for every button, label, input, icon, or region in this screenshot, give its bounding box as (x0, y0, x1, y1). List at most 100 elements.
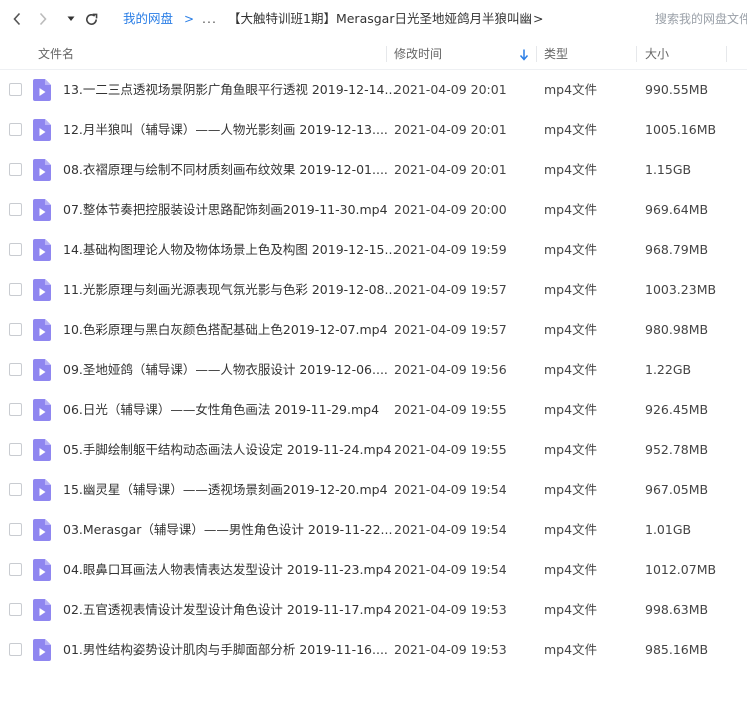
file-name[interactable]: 15.幽灵星（辅导课）——透视场景刻画2019-12-20.mp4 (63, 482, 388, 498)
file-row[interactable]: 13.一二三点透视场景阴影广角鱼眼平行透视 2019-12-14... 2021-… (0, 70, 747, 110)
file-type: mp4文件 (544, 202, 598, 217)
file-size: 1.22GB (645, 362, 692, 377)
row-checkbox[interactable] (9, 563, 22, 576)
file-size: 1.15GB (645, 162, 692, 177)
file-type: mp4文件 (544, 362, 598, 377)
video-file-icon (33, 599, 51, 621)
file-name[interactable]: 14.基础构图理论人物及物体场景上色及构图 2019-12-15... (63, 242, 396, 258)
row-checkbox[interactable] (9, 123, 22, 136)
file-size: 952.78MB (645, 442, 709, 457)
row-checkbox[interactable] (9, 163, 22, 176)
video-file-icon (33, 439, 51, 461)
file-type: mp4文件 (544, 162, 598, 177)
file-modified-time: 2021-04-09 19:56 (394, 362, 507, 377)
file-list-header: 文件名 修改时间 类型 大小 (0, 38, 747, 70)
file-name[interactable]: 13.一二三点透视场景阴影广角鱼眼平行透视 2019-12-14... (63, 82, 396, 98)
file-row[interactable]: 05.手脚绘制躯干结构动态画法人设设定 2019-11-24.mp4 2021-0… (0, 430, 747, 470)
back-button[interactable] (7, 9, 27, 29)
video-file-icon (33, 479, 51, 501)
file-name[interactable]: 07.整体节奏把控服装设计思路配饰刻画2019-11-30.mp4 (63, 202, 388, 218)
file-row[interactable]: 10.色彩原理与黑白灰颜色搭配基础上色2019-12-07.mp4 2021-04… (0, 310, 747, 350)
file-row[interactable]: 08.衣褶原理与绘制不同材质刻画布纹效果 2019-12-01.... 2021-… (0, 150, 747, 190)
row-checkbox[interactable] (9, 403, 22, 416)
file-type: mp4文件 (544, 122, 598, 137)
file-type: mp4文件 (544, 642, 598, 657)
video-file-icon (33, 559, 51, 581)
file-row[interactable]: 04.眼鼻口耳画法人物表情表达发型设计 2019-11-23.mp4 2021-0… (0, 550, 747, 590)
chevron-left-icon (13, 12, 21, 26)
file-modified-time: 2021-04-09 20:01 (394, 162, 507, 177)
file-type: mp4文件 (544, 522, 598, 537)
file-type: mp4文件 (544, 322, 598, 337)
row-checkbox[interactable] (9, 83, 22, 96)
file-modified-time: 2021-04-09 20:00 (394, 202, 507, 217)
file-name[interactable]: 10.色彩原理与黑白灰颜色搭配基础上色2019-12-07.mp4 (63, 322, 388, 338)
file-row[interactable]: 01.男性结构姿势设计肌肉与手脚面部分析 2019-11-16.... 2021-… (0, 630, 747, 670)
video-file-icon (33, 359, 51, 381)
file-name[interactable]: 09.圣地娅鸽（辅导课）——人物衣服设计 2019-12-06.... (63, 362, 388, 378)
file-name[interactable]: 11.光影原理与刻画光源表现气氛光影与色彩 2019-12-08... (63, 282, 396, 298)
file-modified-time: 2021-04-09 19:54 (394, 522, 507, 537)
file-size: 1005.16MB (645, 122, 717, 137)
row-checkbox[interactable] (9, 443, 22, 456)
file-size: 1.01GB (645, 522, 692, 537)
file-row[interactable]: 03.Merasgar（辅导课）——男性角色设计 2019-11-22... 20… (0, 510, 747, 550)
file-row[interactable]: 02.五官透视表情设计发型设计角色设计 2019-11-17.mp4 2021-0… (0, 590, 747, 630)
column-header-type[interactable]: 类型 (544, 38, 568, 70)
column-header-name[interactable]: 文件名 (38, 38, 74, 70)
file-name[interactable]: 12.月半狼叫（辅导课）——人物光影刻画 2019-12-13.... (63, 122, 388, 138)
chevron-right-icon (39, 12, 47, 26)
video-file-icon (33, 319, 51, 341)
search-input[interactable]: 搜索我的网盘文件 (655, 11, 747, 27)
file-row[interactable]: 11.光影原理与刻画光源表现气氛光影与色彩 2019-12-08... 2021-… (0, 270, 747, 310)
column-divider (636, 46, 637, 62)
sort-descending-icon[interactable] (519, 49, 529, 61)
file-name[interactable]: 03.Merasgar（辅导课）——男性角色设计 2019-11-22... (63, 522, 392, 538)
file-row[interactable]: 15.幽灵星（辅导课）——透视场景刻画2019-12-20.mp4 2021-04… (0, 470, 747, 510)
file-modified-time: 2021-04-09 20:01 (394, 122, 507, 137)
row-checkbox[interactable] (9, 323, 22, 336)
file-modified-time: 2021-04-09 19:54 (394, 482, 507, 497)
file-row[interactable]: 09.圣地娅鸽（辅导课）——人物衣服设计 2019-12-06.... 2021-… (0, 350, 747, 390)
file-size: 968.79MB (645, 242, 709, 257)
video-file-icon (33, 199, 51, 221)
row-checkbox[interactable] (9, 283, 22, 296)
video-file-icon (33, 239, 51, 261)
row-checkbox[interactable] (9, 643, 22, 656)
file-name[interactable]: 05.手脚绘制躯干结构动态画法人设设定 2019-11-24.mp4 (63, 442, 392, 458)
row-checkbox[interactable] (9, 363, 22, 376)
row-checkbox[interactable] (9, 243, 22, 256)
breadcrumb-root-link[interactable]: 我的网盘 (123, 11, 173, 27)
file-row[interactable]: 12.月半狼叫（辅导课）——人物光影刻画 2019-12-13.... 2021-… (0, 110, 747, 150)
file-row[interactable]: 07.整体节奏把控服装设计思路配饰刻画2019-11-30.mp4 2021-04… (0, 190, 747, 230)
history-dropdown-button[interactable] (61, 9, 81, 29)
file-row[interactable]: 14.基础构图理论人物及物体场景上色及构图 2019-12-15... 2021-… (0, 230, 747, 270)
row-checkbox[interactable] (9, 483, 22, 496)
column-divider (386, 46, 387, 62)
row-checkbox[interactable] (9, 523, 22, 536)
video-file-icon (33, 639, 51, 661)
file-modified-time: 2021-04-09 20:01 (394, 82, 507, 97)
file-name[interactable]: 02.五官透视表情设计发型设计角色设计 2019-11-17.mp4 (63, 602, 392, 618)
video-file-icon (33, 159, 51, 181)
file-name[interactable]: 08.衣褶原理与绘制不同材质刻画布纹效果 2019-12-01.... (63, 162, 388, 178)
file-name[interactable]: 06.日光（辅导课）——女性角色画法 2019-11-29.mp4 (63, 402, 379, 418)
refresh-button[interactable] (81, 9, 101, 29)
file-name[interactable]: 04.眼鼻口耳画法人物表情表达发型设计 2019-11-23.mp4 (63, 562, 392, 578)
toolbar: 我的网盘 > ... 【大触特训班1期】Merasgar日光圣地娅鸽月半狼叫幽 … (0, 0, 747, 38)
file-type: mp4文件 (544, 602, 598, 617)
file-modified-time: 2021-04-09 19:53 (394, 642, 507, 657)
file-size: 990.55MB (645, 82, 709, 97)
file-type: mp4文件 (544, 82, 598, 97)
forward-button[interactable] (33, 9, 53, 29)
caret-down-icon (67, 16, 75, 21)
column-header-size[interactable]: 大小 (645, 38, 669, 70)
row-checkbox[interactable] (9, 603, 22, 616)
breadcrumb-ellipsis[interactable]: ... (202, 11, 217, 27)
column-header-modified[interactable]: 修改时间 (394, 38, 442, 70)
breadcrumb-trailing-separator: > (533, 11, 544, 26)
column-divider (726, 46, 727, 62)
row-checkbox[interactable] (9, 203, 22, 216)
file-name[interactable]: 01.男性结构姿势设计肌肉与手脚面部分析 2019-11-16.... (63, 642, 388, 658)
file-row[interactable]: 06.日光（辅导课）——女性角色画法 2019-11-29.mp4 2021-04… (0, 390, 747, 430)
